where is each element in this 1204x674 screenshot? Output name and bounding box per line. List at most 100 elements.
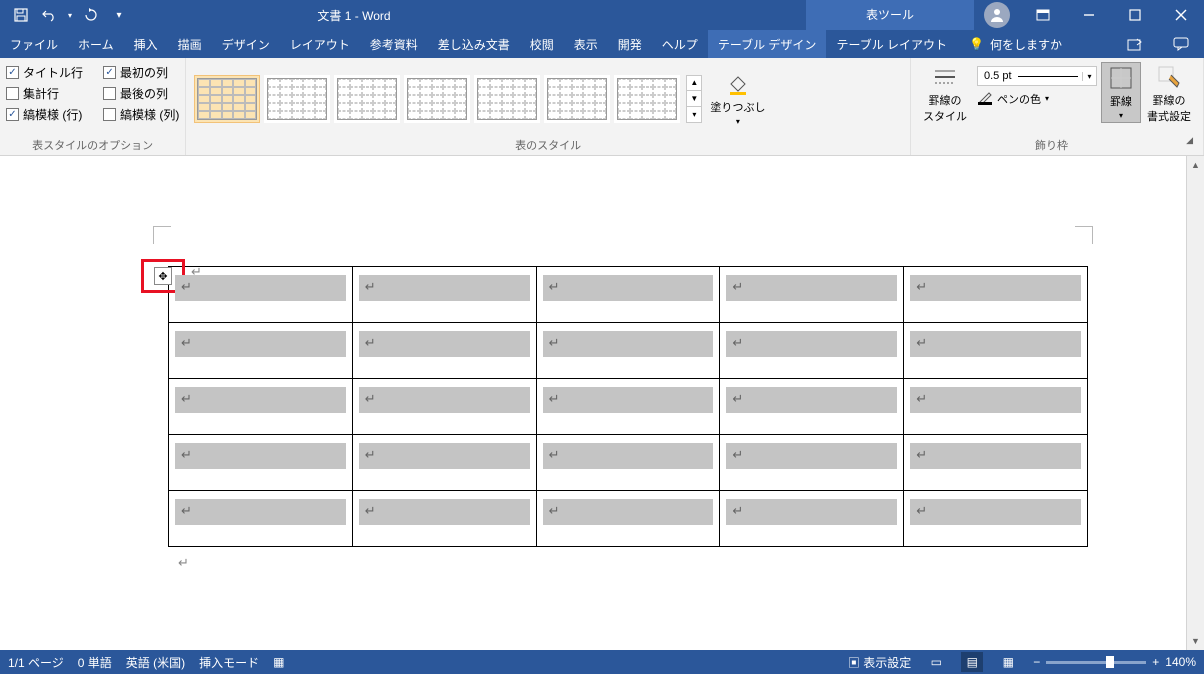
chk-total-row[interactable]: 集計行 bbox=[6, 85, 83, 102]
view-web[interactable]: ▦ bbox=[997, 652, 1019, 672]
status-lang[interactable]: 英語 (米国) bbox=[126, 654, 185, 671]
style-thumb-5[interactable] bbox=[474, 75, 540, 123]
save-button[interactable] bbox=[8, 3, 34, 27]
tab-insert[interactable]: 挿入 bbox=[124, 30, 168, 58]
border-painter-icon bbox=[1156, 64, 1182, 90]
table-cell[interactable]: ↵ bbox=[720, 379, 904, 435]
table-cell[interactable]: ↵ bbox=[904, 435, 1088, 491]
table-cell[interactable]: ↵ bbox=[720, 267, 904, 323]
table-cell[interactable]: ↵ bbox=[169, 323, 353, 379]
shading-button[interactable]: 塗りつぶし▾ bbox=[704, 69, 771, 128]
table-cell[interactable]: ↵ bbox=[169, 491, 353, 547]
tab-table-design[interactable]: テーブル デザイン bbox=[708, 30, 827, 58]
view-print[interactable]: ▤ bbox=[961, 652, 983, 672]
style-thumb-6[interactable] bbox=[544, 75, 610, 123]
undo-dropdown[interactable]: ▾ bbox=[64, 3, 76, 27]
border-styles-button[interactable]: 罫線の スタイル bbox=[917, 62, 973, 126]
tab-developer[interactable]: 開発 bbox=[608, 30, 652, 58]
table-cell[interactable]: ↵ bbox=[904, 323, 1088, 379]
zoom-out[interactable]: − bbox=[1033, 655, 1040, 669]
style-thumb-4[interactable] bbox=[404, 75, 470, 123]
table-cell[interactable]: ↵ bbox=[904, 491, 1088, 547]
table-cell[interactable]: ↵ bbox=[352, 379, 536, 435]
display-settings[interactable]: ▣ 表示設定 bbox=[848, 654, 911, 671]
tab-review[interactable]: 校閲 bbox=[520, 30, 564, 58]
qat-customize[interactable]: ▾ bbox=[106, 3, 132, 27]
style-thumb-3[interactable] bbox=[334, 75, 400, 123]
maximize-button[interactable] bbox=[1112, 0, 1158, 30]
chk-first-col[interactable]: ✓最初の列 bbox=[103, 64, 179, 81]
table-cell[interactable]: ↵ bbox=[536, 267, 720, 323]
tab-layout[interactable]: レイアウト bbox=[280, 30, 360, 58]
table-cell[interactable]: ↵ bbox=[536, 491, 720, 547]
pen-icon bbox=[977, 89, 993, 108]
table-cell[interactable]: ↵ bbox=[536, 379, 720, 435]
document-scroll[interactable]: ✥ ↵ ↵↵↵↵↵↵↵↵↵↵↵↵↵↵↵↵↵↵↵↵↵↵↵↵↵ ↵ bbox=[0, 156, 1186, 650]
undo-button[interactable] bbox=[36, 3, 62, 27]
page: ✥ ↵ ↵↵↵↵↵↵↵↵↵↵↵↵↵↵↵↵↵↵↵↵↵↵↵↵↵ ↵ bbox=[63, 166, 1123, 612]
status-words[interactable]: 0 単語 bbox=[78, 654, 112, 671]
pen-color-button[interactable]: ペンの色▾ bbox=[977, 89, 1097, 108]
chk-banded-cols[interactable]: 縞模様 (列) bbox=[103, 106, 179, 123]
table-cell[interactable]: ↵ bbox=[352, 267, 536, 323]
tab-file[interactable]: ファイル bbox=[0, 30, 68, 58]
view-read[interactable]: ▭ bbox=[925, 652, 947, 672]
chk-last-col[interactable]: 最後の列 bbox=[103, 85, 179, 102]
table-cell[interactable]: ↵ bbox=[904, 267, 1088, 323]
tab-design[interactable]: デザイン bbox=[212, 30, 280, 58]
zoom-in[interactable]: + bbox=[1152, 655, 1159, 669]
table-cell[interactable]: ↵ bbox=[352, 435, 536, 491]
tab-references[interactable]: 参考資料 bbox=[360, 30, 428, 58]
table-cell[interactable]: ↵ bbox=[904, 379, 1088, 435]
table-styles-gallery: ▲ ▼ ▾ bbox=[192, 71, 704, 127]
table-cell[interactable]: ↵ bbox=[169, 379, 353, 435]
tab-mailings[interactable]: 差し込み文書 bbox=[428, 30, 520, 58]
close-button[interactable] bbox=[1158, 0, 1204, 30]
redo-button[interactable] bbox=[78, 3, 104, 27]
chk-title-row[interactable]: ✓タイトル行 bbox=[6, 64, 83, 81]
document-table[interactable]: ↵↵↵↵↵↵↵↵↵↵↵↵↵↵↵↵↵↵↵↵↵↵↵↵↵ bbox=[168, 266, 1088, 547]
table-cell[interactable]: ↵ bbox=[536, 435, 720, 491]
tab-view[interactable]: 表示 bbox=[564, 30, 608, 58]
borders-button[interactable]: 罫線▾ bbox=[1101, 62, 1141, 123]
status-page[interactable]: 1/1 ページ bbox=[8, 654, 64, 671]
gallery-down[interactable]: ▼ bbox=[687, 91, 701, 107]
borders-launcher[interactable]: ◢ bbox=[1186, 135, 1197, 155]
comments-button[interactable] bbox=[1158, 30, 1204, 58]
tab-home[interactable]: ホーム bbox=[68, 30, 124, 58]
tab-draw[interactable]: 描画 bbox=[168, 30, 212, 58]
tab-table-layout[interactable]: テーブル レイアウト bbox=[826, 30, 957, 58]
scroll-up[interactable]: ▲ bbox=[1187, 156, 1204, 174]
gallery-up[interactable]: ▲ bbox=[687, 76, 701, 92]
share-button[interactable] bbox=[1112, 30, 1158, 58]
user-avatar[interactable] bbox=[984, 2, 1010, 28]
ribbon-display-button[interactable] bbox=[1020, 0, 1066, 30]
style-thumb-2[interactable] bbox=[264, 75, 330, 123]
table-cell[interactable]: ↵ bbox=[536, 323, 720, 379]
border-painter-button[interactable]: 罫線の 書式設定 bbox=[1141, 62, 1197, 126]
style-thumb-7[interactable] bbox=[614, 75, 680, 123]
border-width-select[interactable]: 0.5 pt▾ bbox=[977, 66, 1097, 86]
table-cell[interactable]: ↵ bbox=[720, 435, 904, 491]
zoom-slider[interactable] bbox=[1046, 661, 1146, 664]
scroll-down[interactable]: ▼ bbox=[1187, 632, 1204, 650]
table-cell[interactable]: ↵ bbox=[720, 491, 904, 547]
macro-icon[interactable]: ▦ bbox=[273, 655, 284, 669]
style-thumb-1[interactable] bbox=[194, 75, 260, 123]
table-cell[interactable]: ↵ bbox=[169, 267, 353, 323]
zoom-level[interactable]: 140% bbox=[1165, 655, 1196, 669]
table-cell[interactable]: ↵ bbox=[169, 435, 353, 491]
gallery-more[interactable]: ▾ bbox=[687, 107, 701, 122]
tell-me-search[interactable]: 💡 何をしますか bbox=[957, 30, 1074, 58]
document-area: ✥ ↵ ↵↵↵↵↵↵↵↵↵↵↵↵↵↵↵↵↵↵↵↵↵↵↵↵↵ ↵ ▲ ▼ bbox=[0, 156, 1204, 650]
tab-help[interactable]: ヘルプ bbox=[652, 30, 708, 58]
border-styles-icon bbox=[932, 64, 958, 90]
table-cell[interactable]: ↵ bbox=[352, 323, 536, 379]
vertical-scrollbar[interactable]: ▲ ▼ bbox=[1186, 156, 1204, 650]
chk-banded-rows[interactable]: ✓縞模様 (行) bbox=[6, 106, 83, 123]
minimize-button[interactable] bbox=[1066, 0, 1112, 30]
table-cell[interactable]: ↵ bbox=[352, 491, 536, 547]
table-cell[interactable]: ↵ bbox=[720, 323, 904, 379]
zoom-control: − + 140% bbox=[1033, 655, 1196, 669]
status-mode[interactable]: 挿入モード bbox=[199, 654, 259, 671]
